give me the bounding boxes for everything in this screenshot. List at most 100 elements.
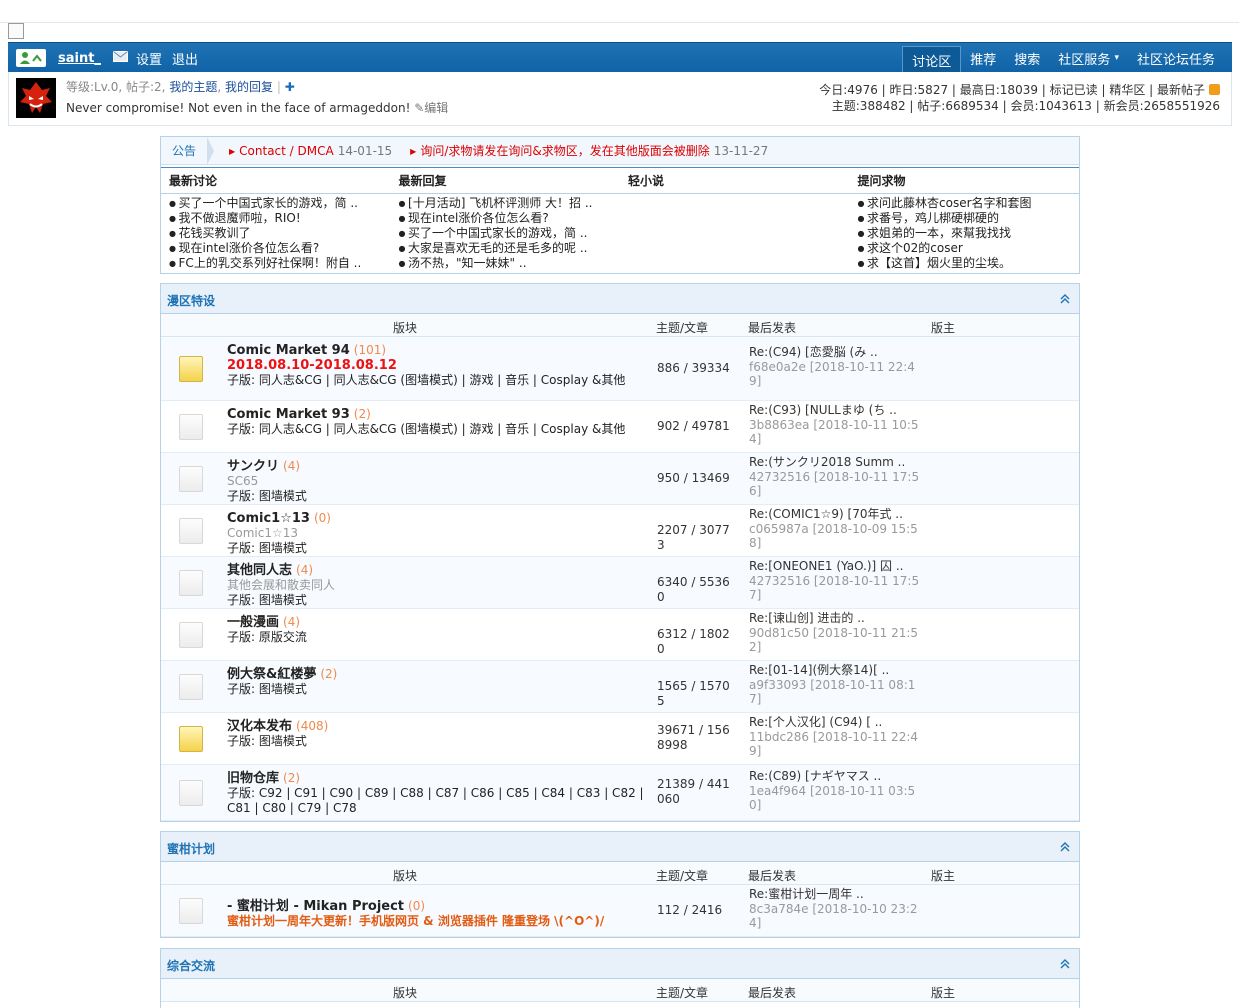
logout-link[interactable]: 退出 xyxy=(172,49,198,68)
forum-name-link[interactable]: - 蜜柑计划 - Mikan Project xyxy=(227,899,404,914)
forum-description: 其他会展和散卖同人 xyxy=(227,578,336,592)
last-post-title-link[interactable]: Re:[谏山创] 进击的 .. xyxy=(749,611,865,625)
forum-today-count: (4) xyxy=(296,563,314,577)
last-post-meta[interactable]: c065987a [2018-10-09 15:58] xyxy=(749,522,918,551)
my-topics-link[interactable]: 我的主题 xyxy=(169,80,217,94)
last-post-title-link[interactable]: Re:[个人汉化] (C94) [ .. xyxy=(749,715,882,729)
plus-icon[interactable]: ✚ xyxy=(285,80,295,94)
subforum-list[interactable]: 子版: 图墙模式 xyxy=(227,682,307,696)
latest-list-item[interactable]: FC上的乳交系列好社保啊！附自 .. xyxy=(169,256,391,271)
col-forum: 版块 xyxy=(393,321,418,335)
last-post-meta[interactable]: 42732516 [2018-10-11 17:57] xyxy=(749,574,919,603)
last-post-meta[interactable]: 90d81c50 [2018-10-11 21:52] xyxy=(749,626,918,655)
subforum-list[interactable]: 子版: 同人志&CG | 同人志&CG (图墙模式) | 游戏 | 音乐 | C… xyxy=(227,373,625,387)
latest-list-item[interactable]: 求姐弟的一本，來幫我找找 xyxy=(858,226,1080,241)
forum-row: 其他同人志 (4) 其他会展和散卖同人 子版: 图墙模式 6340 / 55360 Re:… xyxy=(161,557,1079,609)
last-post: Re:(C89) [ナギヤマス .. 1ea4f964 [2018-10-11 0… xyxy=(749,769,921,813)
latest-list-item[interactable]: 求【这首】烟火里的尘埃。 xyxy=(858,256,1080,271)
latest-list-item[interactable]: 求问此藤林杏coser名字和套图 xyxy=(858,196,1080,211)
avatar[interactable] xyxy=(16,78,56,118)
subforum-list[interactable]: 子版: 图墙模式 xyxy=(227,489,307,503)
latest-list-item[interactable]: 买了一个中国式家长的游戏，简 .. xyxy=(399,226,621,241)
collapse-icon[interactable] xyxy=(1059,293,1071,305)
nav-community-services[interactable]: 社区服务 ▾ xyxy=(1049,43,1128,73)
last-post-title-link[interactable]: Re:(COMIC1☆9) [70年式 .. xyxy=(749,507,903,521)
last-post-title-link[interactable]: Re:蜜柑计划一周年 .. xyxy=(749,887,864,901)
latest-column-title[interactable]: 最新讨论 xyxy=(169,172,391,188)
last-post-meta[interactable]: 8c3a784e [2018-10-10 23:24] xyxy=(749,902,918,931)
forum-name-link[interactable]: 例大祭&紅楼夢 xyxy=(227,667,316,682)
last-post-title-link[interactable]: Re:(C89) [ナギヤマス .. xyxy=(749,769,881,783)
last-post-meta[interactable]: 11bdc286 [2018-10-11 22:49] xyxy=(749,730,918,759)
user-status-icon[interactable] xyxy=(16,49,46,67)
subforum-list[interactable]: 子版: 原版交流 xyxy=(227,630,307,644)
last-post-meta[interactable]: a9f33093 [2018-10-11 08:17] xyxy=(749,678,915,707)
latest-list-item[interactable]: 大家是喜欢无毛的还是毛多的呢 .. xyxy=(399,241,621,256)
subforum-list[interactable]: 子版: 图墙模式 xyxy=(227,734,307,748)
my-replies-link[interactable]: 我的回复 xyxy=(225,80,273,94)
collapse-icon[interactable] xyxy=(1059,841,1071,853)
forum-name-link[interactable]: 其他同人志 xyxy=(227,563,292,578)
section-header: 漫区特设 xyxy=(161,284,1079,314)
last-post: Re:(C94) [恋愛脳 (み .. f68e0a2e [2018-10-11 … xyxy=(749,345,921,389)
forum-name-link[interactable]: サンクリ xyxy=(227,459,279,474)
col-topics: 主题/文章 xyxy=(656,321,709,335)
forum-row: Comic1☆13 (0) Comic1☆13 子版: 图墙模式 2207 / 3077… xyxy=(161,505,1079,557)
last-post-meta[interactable]: 3b8863ea [2018-10-11 10:54] xyxy=(749,418,919,447)
nav-forum-tasks[interactable]: 社区论坛任务 xyxy=(1128,43,1224,73)
edit-signature-link[interactable]: 编辑 xyxy=(424,101,448,115)
settings-link[interactable]: 设置 xyxy=(136,49,162,68)
latest-list-item[interactable]: 我不做退魔师啦，RIO! xyxy=(169,211,391,226)
latest-list-item[interactable]: 现在intel涨价各位怎么看? xyxy=(169,241,391,256)
notice-item[interactable]: ▶ Contact / DMCA 14-01-15 xyxy=(229,144,392,158)
last-post-title-link[interactable]: Re:(サンクリ2018 Summ .. xyxy=(749,455,905,469)
pencil-icon[interactable]: ✎ xyxy=(414,101,424,115)
forum-name-link[interactable]: 旧物仓库 xyxy=(227,771,279,786)
last-post-meta[interactable]: 1ea4f964 [2018-10-11 03:50] xyxy=(749,784,915,813)
forum-stats: 39671 / 1568998 xyxy=(657,723,730,752)
last-post-title-link[interactable]: Re:(C93) [NULLまゆ (ち .. xyxy=(749,403,897,417)
last-post-meta[interactable]: 42732516 [2018-10-11 17:56] xyxy=(749,470,919,499)
subforum-list[interactable]: 子版: 同人志&CG | 同人志&CG (图墙模式) | 游戏 | 音乐 | C… xyxy=(227,422,625,436)
nav-discussion[interactable]: 讨论区 xyxy=(902,46,962,73)
section-title[interactable]: 蜜柑计划 xyxy=(167,840,215,857)
nav-search[interactable]: 搜索 xyxy=(1005,43,1049,73)
latest-list-item[interactable]: 买了一个中国式家长的游戏，简 .. xyxy=(169,196,391,211)
latest-column-title[interactable]: 提问求物 xyxy=(858,172,1080,188)
last-post-title-link[interactable]: Re:[01-14](例大祭14)[ .. xyxy=(749,663,889,677)
subforum-list[interactable]: 子版: 图墙模式 xyxy=(227,593,307,607)
latest-column-title[interactable]: 最新回复 xyxy=(399,172,621,188)
forum-name-link[interactable]: Comic1☆13 xyxy=(227,511,310,526)
subforum-list[interactable]: 子版: 图墙模式 xyxy=(227,541,307,555)
last-post-title-link[interactable]: Re:[ONEONE1 (YaO.)] 囚 .. xyxy=(749,559,903,573)
notice-text: Contact / DMCA xyxy=(239,143,334,158)
forum-announcement[interactable]: 蜜柑计划一周年大更新！手机版网页 & 浏览器插件 隆重登场 \(^O^)/ xyxy=(227,914,604,928)
username-link[interactable]: saint_ xyxy=(58,51,101,66)
latest-column-title[interactable]: 轻小说 xyxy=(628,172,850,188)
latest-list-item[interactable]: 求这个02的coser xyxy=(858,241,1080,256)
forum-name-link[interactable]: Comic Market 94 xyxy=(227,343,350,358)
rss-icon[interactable] xyxy=(1209,84,1220,95)
section-title[interactable]: 综合交流 xyxy=(167,957,215,974)
section-title[interactable]: 漫区特设 xyxy=(167,292,215,309)
forum-today-count: (4) xyxy=(283,615,301,629)
subforum-list[interactable]: 子版: C92 | C91 | C90 | C89 | C88 | C87 | … xyxy=(227,786,644,815)
latest-list-item[interactable]: 求番号，鸡儿梆硬梆硬的 xyxy=(858,211,1080,226)
notice-item[interactable]: ▶ 询问/求物请发在询问&求物区，发在其他版面会被删除 13-11-27 xyxy=(410,142,768,159)
last-post: Re:(C93) [NULLまゆ (ち .. 3b8863ea [2018-10-… xyxy=(749,403,921,447)
latest-list-item[interactable]: 现在intel涨价各位怎么看? xyxy=(399,211,621,226)
mail-icon[interactable] xyxy=(112,50,128,66)
forum-name-link[interactable]: 汉化本发布 xyxy=(227,719,292,734)
nav-recommend[interactable]: 推荐 xyxy=(961,43,1005,73)
latest-list-item[interactable]: 汤不热，"知一妹妹" .. xyxy=(399,256,621,271)
latest-list-item[interactable]: [十月活动] 飞机杯评测师 大！招 .. xyxy=(399,196,621,211)
forum-description: SC65 xyxy=(227,474,259,488)
last-post-meta[interactable]: f68e0a2e [2018-10-11 22:49] xyxy=(749,360,915,389)
forum-status-icon xyxy=(179,356,203,382)
forum-name-link[interactable]: Comic Market 93 xyxy=(227,407,350,422)
forum-info: 一般漫画 (4) 子版: 原版交流 xyxy=(227,615,647,645)
last-post-title-link[interactable]: Re:(C94) [恋愛脳 (み .. xyxy=(749,345,878,359)
forum-name-link[interactable]: 一般漫画 xyxy=(227,615,279,630)
latest-list-item[interactable]: 花钱买教训了 xyxy=(169,226,391,241)
collapse-icon[interactable] xyxy=(1059,958,1071,970)
